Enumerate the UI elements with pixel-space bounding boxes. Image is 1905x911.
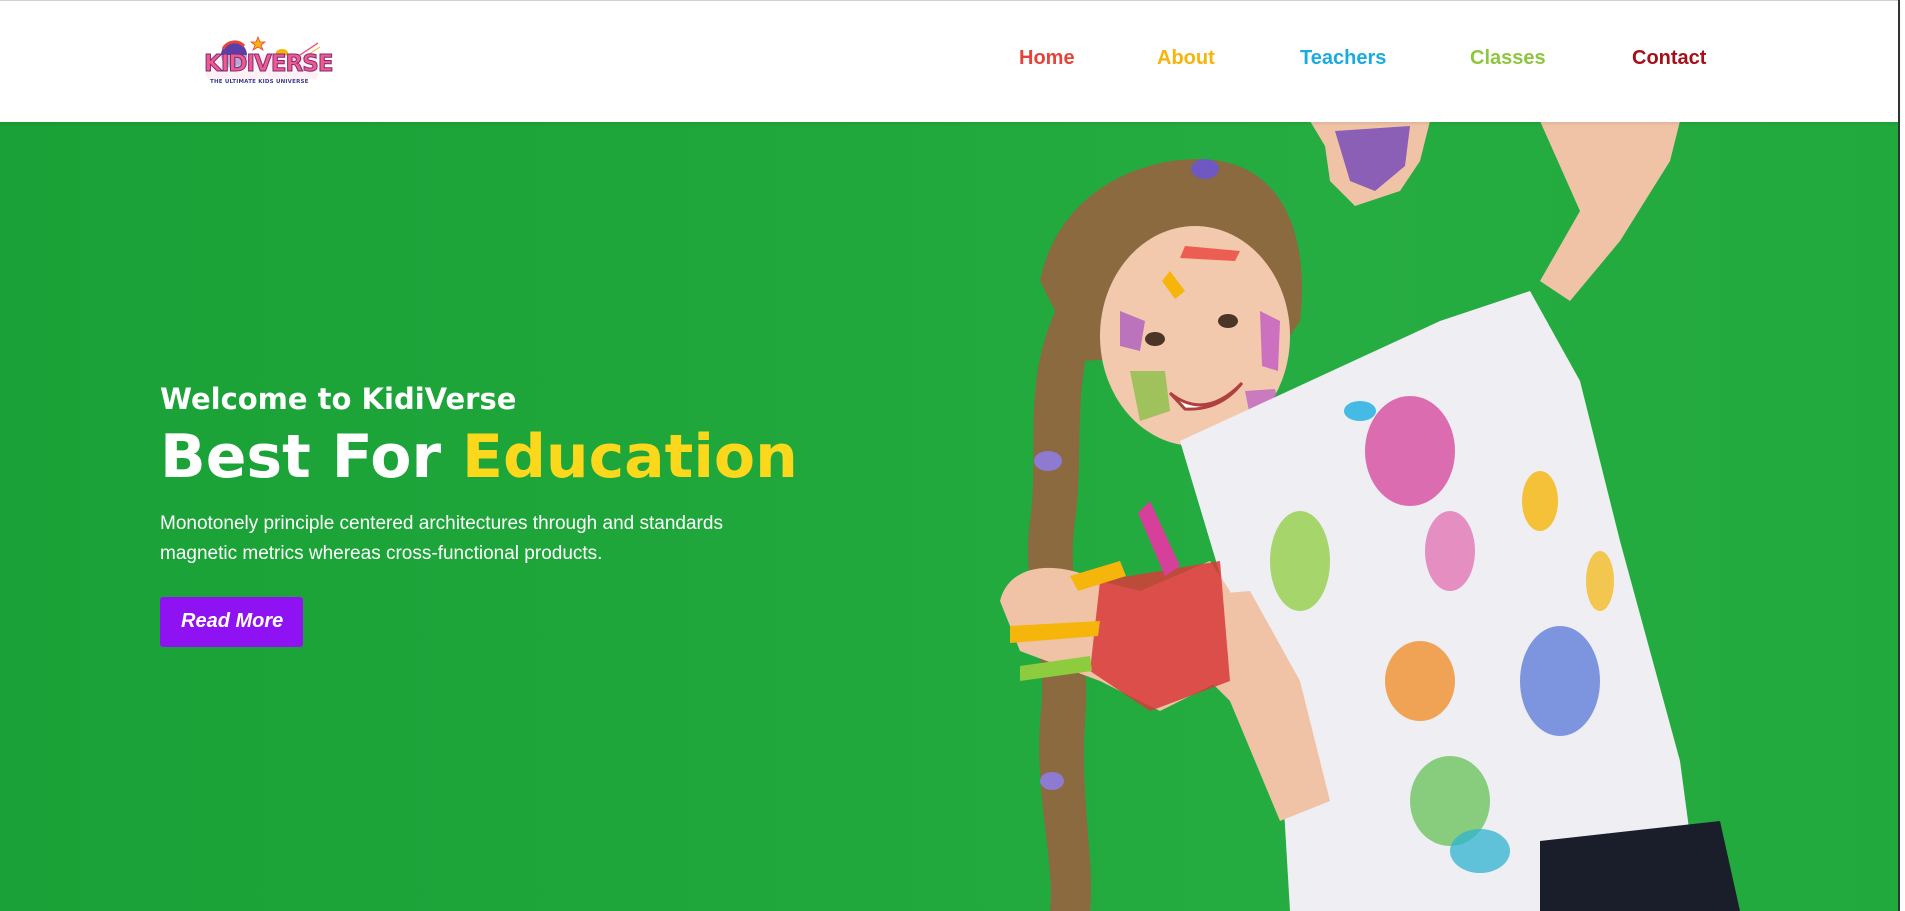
site-header: KIDIVERSE THE ULTIMATE KIDS UNIVERSE Hom… xyxy=(0,0,1900,122)
nav-contact[interactable]: Contact xyxy=(1632,47,1706,70)
nav-teachers[interactable]: Teachers xyxy=(1300,47,1386,70)
girl-painted-hands-image xyxy=(1000,121,1740,911)
nav-home[interactable]: Home xyxy=(1019,47,1075,70)
nav-about[interactable]: About xyxy=(1157,47,1215,70)
page: KIDIVERSE THE ULTIMATE KIDS UNIVERSE Hom… xyxy=(0,0,1905,911)
headline-main: Best For xyxy=(160,422,462,492)
read-more-button[interactable]: Read More xyxy=(160,597,304,647)
logo-tagline: THE ULTIMATE KIDS UNIVERSE xyxy=(210,79,309,85)
hero-description: Monotonely principle centered architectu… xyxy=(160,513,723,564)
window-edge xyxy=(1900,0,1905,911)
window-edge-divider xyxy=(1898,0,1900,911)
nav-classes[interactable]: Classes xyxy=(1470,47,1546,70)
main-nav: Home About Teachers Classes Contact xyxy=(0,47,1900,77)
hero-welcome: Welcome to KidiVerse xyxy=(160,382,517,416)
headline-accent: Education xyxy=(461,422,798,492)
hero-section: Welcome to KidiVerse Best For Education … xyxy=(0,121,1900,911)
hero-content: Welcome to KidiVerse Best For Education … xyxy=(160,381,800,647)
hero-headline: Best For Education xyxy=(160,419,800,495)
